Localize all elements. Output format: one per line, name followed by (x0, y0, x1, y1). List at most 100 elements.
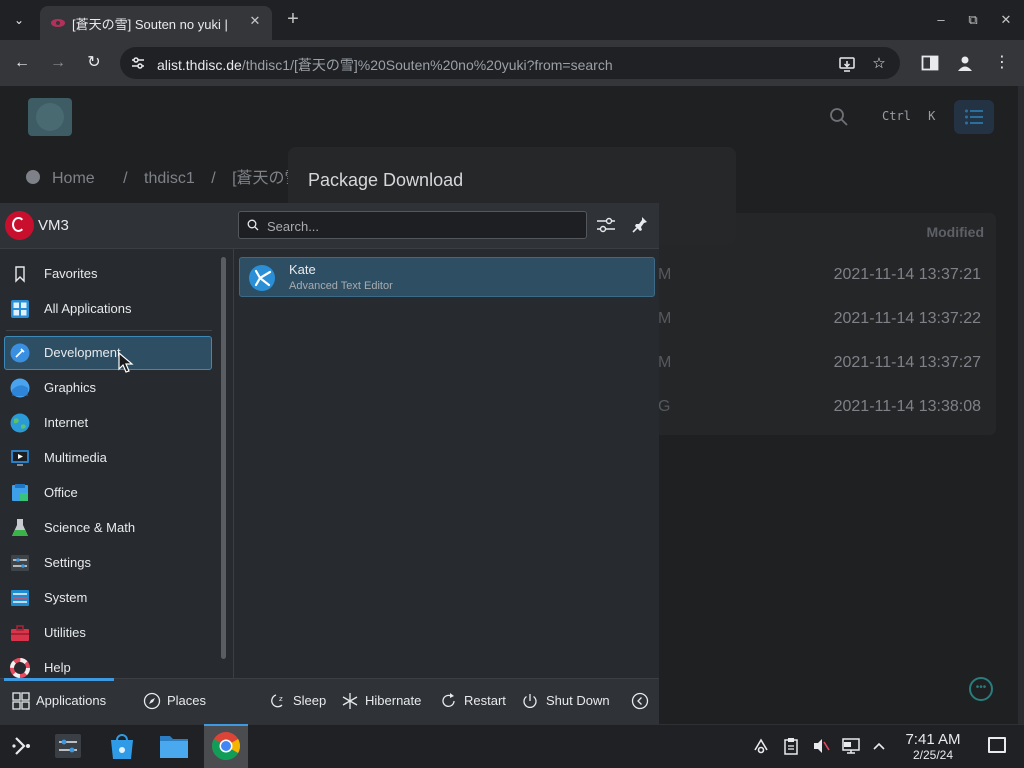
shut-down-button[interactable]: Shut Down (521, 688, 615, 714)
file-name-fragment[interactable]: G (658, 398, 670, 416)
category-favorites[interactable]: Favorites (4, 258, 212, 291)
tab-applications[interactable]: Applications (12, 688, 116, 714)
file-name-fragment[interactable]: M (658, 354, 671, 372)
more-options-icon[interactable]: ••• (969, 677, 993, 701)
modified-column-header[interactable]: Modified (900, 224, 984, 240)
system-icon (11, 590, 29, 606)
clipboard-icon[interactable] (781, 736, 801, 756)
configure-icon[interactable] (594, 212, 618, 238)
clock-time: 7:41 AM (905, 731, 961, 748)
breadcrumb-home[interactable]: Home (26, 170, 107, 187)
file-modified-date: 2021-11-14 13:37:21 (833, 266, 981, 283)
app-item-kate[interactable]: Kate Advanced Text Editor (239, 257, 655, 297)
browser-menu-icon[interactable]: ⋮ (994, 52, 1010, 74)
breadcrumb-separator: / (123, 170, 128, 187)
launcher-search-input[interactable] (267, 216, 567, 236)
development-icon (10, 343, 30, 363)
sleep-button[interactable]: z Sleep (269, 688, 329, 714)
restart-icon (442, 693, 455, 707)
window-minimize-button[interactable]: – (931, 10, 951, 30)
url-host: alist.thdisc.de (157, 57, 242, 73)
tab-close-icon[interactable]: ✕ (246, 12, 264, 30)
page-scrollbar[interactable] (1018, 86, 1024, 724)
dialog-title: Package Download (308, 170, 464, 190)
globe-icon (10, 413, 30, 433)
list-view-button[interactable] (954, 100, 994, 134)
category-separator (6, 330, 212, 331)
system-settings-icon[interactable] (50, 728, 86, 764)
digital-clock[interactable]: 7:41 AM 2/25/24 (896, 731, 970, 762)
file-modified-date: 2021-11-14 13:37:27 (833, 354, 981, 371)
file-manager-icon[interactable] (156, 728, 192, 764)
category-scrollbar[interactable] (221, 257, 226, 659)
browser-tab[interactable]: [蒼天の雪] Souten no yuki | ✕ (40, 6, 272, 40)
site-info-icon[interactable] (130, 55, 146, 71)
category-graphics[interactable]: Graphics (4, 372, 212, 405)
site-favicon-icon (51, 19, 65, 27)
window-restore-button[interactable]: ⧉ (963, 10, 983, 30)
breadcrumb-thdisc1[interactable]: thdisc1 (144, 170, 195, 187)
show-desktop-icon[interactable] (988, 737, 1006, 753)
reload-icon[interactable]: ↻ (81, 50, 107, 76)
home-icon (26, 170, 40, 184)
page-search-icon[interactable] (828, 106, 850, 128)
svg-text:z: z (279, 695, 283, 703)
active-tab-indicator (4, 678, 114, 681)
category-office[interactable]: Office (4, 477, 212, 510)
profile-icon[interactable] (956, 54, 974, 72)
grid-icon (11, 300, 29, 318)
back-arrow-icon[interactable]: ← (9, 50, 35, 76)
hibernate-button[interactable]: Hibernate (341, 688, 429, 714)
clock-date: 2/25/24 (912, 748, 954, 762)
tab-search-button[interactable]: ⌄ (8, 9, 30, 31)
launcher-header-user (0, 203, 232, 249)
category-science-math[interactable]: Science & Math (4, 512, 212, 545)
category-all-applications[interactable]: All Applications (4, 293, 212, 326)
application-launcher-icon[interactable] (4, 728, 40, 764)
file-modified-date: 2021-11-14 13:37:22 (833, 310, 981, 327)
search-icon (247, 219, 259, 231)
app-description: Advanced Text Editor (289, 280, 393, 292)
volume-muted-icon[interactable] (811, 736, 831, 756)
power-icon (523, 694, 537, 708)
address-bar[interactable]: alist.thdisc.de/thdisc1/[蒼天の雪]%20Souten%… (120, 47, 900, 79)
category-development[interactable]: Development (4, 336, 212, 370)
leave-options-icon[interactable] (631, 692, 649, 710)
category-utilities[interactable]: Utilities (4, 617, 212, 650)
kate-icon (249, 265, 275, 291)
category-settings[interactable]: Settings (4, 547, 212, 580)
app-name: Kate (289, 262, 316, 277)
forward-arrow-icon[interactable]: → (45, 50, 71, 76)
bookmark-star-icon[interactable]: ☆ (870, 55, 888, 73)
chrome-icon (212, 732, 240, 760)
side-panel-icon[interactable] (921, 55, 939, 71)
url-text: alist.thdisc.de/thdisc1/[蒼天の雪]%20Souten%… (157, 55, 613, 75)
office-icon (12, 484, 28, 501)
network-icon[interactable] (841, 736, 861, 756)
install-app-icon[interactable] (838, 55, 856, 73)
category-internet[interactable]: Internet (4, 407, 212, 440)
launcher-search-field[interactable] (238, 211, 587, 239)
bookmark-icon (15, 266, 25, 283)
settings-icon (11, 555, 29, 571)
category-system[interactable]: System (4, 582, 212, 615)
file-name-fragment[interactable]: M (658, 266, 671, 284)
applications-grid-icon (12, 692, 30, 710)
header-divider (0, 248, 659, 249)
kde-connect-icon[interactable] (751, 736, 771, 756)
site-logo[interactable] (28, 98, 72, 136)
window-close-button[interactable]: ✕ (996, 10, 1016, 30)
pin-icon[interactable] (628, 212, 652, 238)
user-avatar[interactable] (5, 211, 34, 240)
restart-button[interactable]: Restart (440, 688, 512, 714)
list-icon (965, 109, 983, 125)
new-tab-button[interactable]: + (282, 9, 304, 31)
compass-icon (143, 692, 161, 710)
file-name-fragment[interactable]: M (658, 310, 671, 328)
chevron-up-icon[interactable] (869, 736, 889, 756)
file-modified-date: 2021-11-14 13:38:08 (833, 398, 981, 415)
category-multimedia[interactable]: Multimedia (4, 442, 212, 475)
discover-store-icon[interactable] (104, 728, 140, 764)
desktop-screen: ⌄ [蒼天の雪] Souten no yuki | ✕ + – ⧉ ✕ ← → … (0, 0, 1024, 768)
tab-places[interactable]: Places (143, 688, 209, 714)
